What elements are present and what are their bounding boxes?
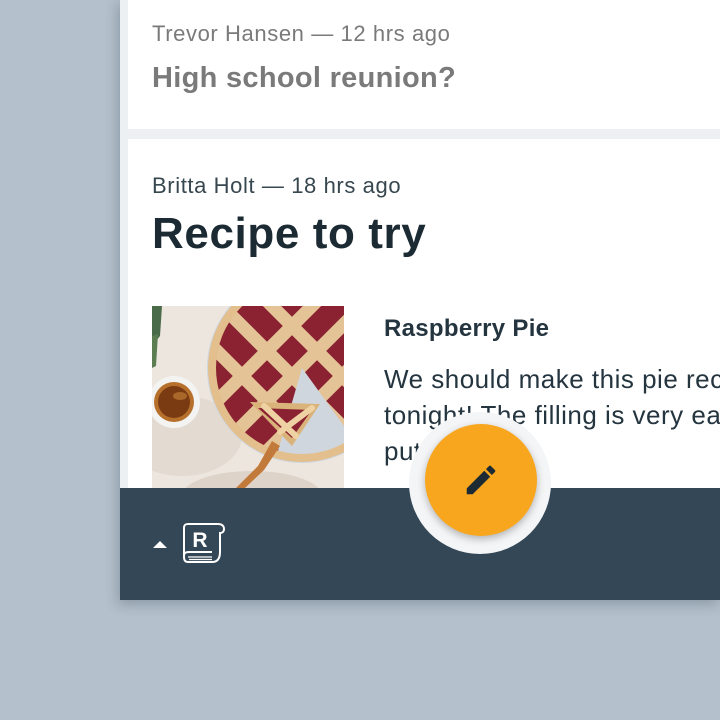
post-title: High school reunion? <box>152 62 457 94</box>
recipe-name: Raspberry Pie <box>384 315 550 342</box>
reply-logo-icon[interactable]: R <box>182 522 226 564</box>
post-meta: Britta Holt — 18 hrs ago <box>152 173 402 198</box>
logo-letter: R <box>192 529 207 552</box>
post-meta: Trevor Hansen — 12 hrs ago <box>152 21 451 46</box>
expand-menu-button[interactable] <box>150 536 170 552</box>
recipe-thumbnail[interactable] <box>152 306 344 506</box>
post-card[interactable]: Trevor Hansen — 12 hrs ago High school r… <box>128 0 720 129</box>
pencil-icon <box>466 465 496 495</box>
pie-photo <box>152 306 344 506</box>
caret-up-icon <box>153 541 167 548</box>
compose-button[interactable] <box>425 424 537 536</box>
post-title: Recipe to try <box>152 209 427 258</box>
app-window: Trevor Hansen — 12 hrs ago High school r… <box>120 0 720 600</box>
